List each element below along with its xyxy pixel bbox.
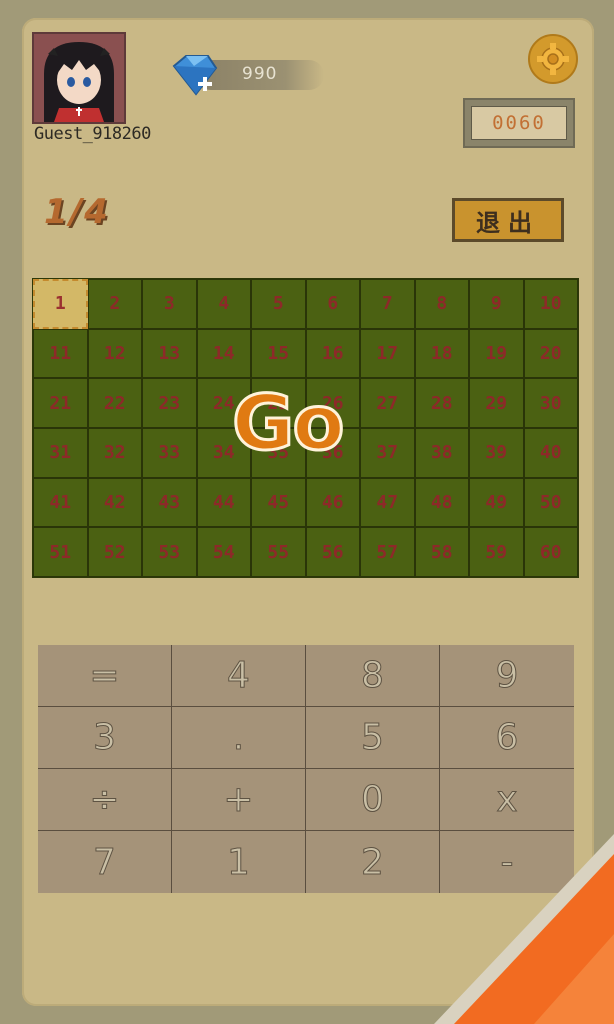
- grid-cell[interactable]: 57: [360, 527, 415, 577]
- keypad-key[interactable]: x: [440, 769, 574, 831]
- grid-cell[interactable]: 47: [360, 477, 415, 528]
- grid-cell[interactable]: 1: [33, 279, 88, 329]
- grid-cell[interactable]: 32: [87, 428, 142, 478]
- grid-cell[interactable]: 27: [360, 378, 415, 428]
- grid-cell[interactable]: 20: [523, 328, 578, 379]
- grid-cell[interactable]: 18: [414, 328, 469, 379]
- grid-cell[interactable]: 8: [414, 279, 469, 329]
- grid-cell[interactable]: 2: [87, 279, 142, 329]
- grid-cell[interactable]: 22: [87, 378, 142, 428]
- grid-cell[interactable]: 23: [142, 378, 197, 428]
- grid-cell[interactable]: 31: [33, 428, 88, 478]
- grid-cell[interactable]: 10: [523, 279, 578, 329]
- diamond-gem-icon[interactable]: [168, 52, 220, 98]
- grid-cell[interactable]: 41: [33, 477, 88, 528]
- gem-count: 990: [242, 64, 278, 84]
- grid-cell[interactable]: 44: [196, 477, 251, 528]
- keypad-key[interactable]: .: [172, 707, 306, 769]
- grid-cell[interactable]: 52: [87, 527, 142, 577]
- grid-cell[interactable]: 21: [33, 378, 88, 428]
- grid-cell[interactable]: 6: [305, 279, 360, 329]
- keypad-key[interactable]: 8: [306, 645, 440, 707]
- grid-cell[interactable]: 12: [87, 328, 142, 379]
- grid-cell[interactable]: 4: [196, 279, 251, 329]
- grid-cell[interactable]: 46: [305, 477, 360, 528]
- go-banner[interactable]: Go: [231, 377, 347, 469]
- grid-cell[interactable]: 48: [414, 477, 469, 528]
- grid-cell[interactable]: 14: [196, 328, 251, 379]
- grid-cell[interactable]: 9: [469, 279, 524, 329]
- grid-cell[interactable]: 50: [523, 477, 578, 528]
- grid-cell[interactable]: 54: [196, 527, 251, 577]
- grid-cell[interactable]: 30: [523, 378, 578, 428]
- grid-cell[interactable]: 17: [360, 328, 415, 379]
- grid-cell[interactable]: 53: [142, 527, 197, 577]
- keypad-key[interactable]: 3: [38, 707, 172, 769]
- exit-button[interactable]: 退出: [452, 198, 564, 242]
- keypad-key[interactable]: +: [172, 769, 306, 831]
- keypad-key[interactable]: 5: [306, 707, 440, 769]
- keypad-key[interactable]: ÷: [38, 769, 172, 831]
- avatar-portrait-icon: [34, 34, 124, 122]
- corner-decoration: [434, 834, 614, 1024]
- grid-cell[interactable]: 60: [523, 527, 578, 577]
- grid-cell[interactable]: 56: [305, 527, 360, 577]
- keypad-key[interactable]: 1: [172, 831, 306, 893]
- grid-cell[interactable]: 16: [305, 328, 360, 379]
- grid-cell[interactable]: 59: [469, 527, 524, 577]
- grid-cell[interactable]: 38: [414, 428, 469, 478]
- grid-cell[interactable]: 3: [142, 279, 197, 329]
- grid-cell[interactable]: 11: [33, 328, 88, 379]
- grid-cell[interactable]: 7: [360, 279, 415, 329]
- grid-cell[interactable]: 42: [87, 477, 142, 528]
- grid-cell[interactable]: 58: [414, 527, 469, 577]
- keypad-key[interactable]: 7: [38, 831, 172, 893]
- settings-button[interactable]: [528, 34, 578, 84]
- grid-cell[interactable]: 37: [360, 428, 415, 478]
- keypad-key[interactable]: =: [38, 645, 172, 707]
- player-avatar[interactable]: [32, 32, 126, 124]
- grid-cell[interactable]: 40: [523, 428, 578, 478]
- timer-display: 0060: [463, 98, 575, 148]
- grid-cell[interactable]: 5: [251, 279, 306, 329]
- grid-cell[interactable]: 15: [251, 328, 306, 379]
- grid-cell[interactable]: 43: [142, 477, 197, 528]
- keypad-key[interactable]: 9: [440, 645, 574, 707]
- grid-cell[interactable]: 29: [469, 378, 524, 428]
- grid-cell[interactable]: 45: [251, 477, 306, 528]
- username-label: Guest_918260: [34, 124, 151, 144]
- gear-icon: [537, 43, 569, 75]
- grid-cell[interactable]: 28: [414, 378, 469, 428]
- grid-cell[interactable]: 49: [469, 477, 524, 528]
- grid-cell[interactable]: 55: [251, 527, 306, 577]
- keypad-key[interactable]: 0: [306, 769, 440, 831]
- grid-cell[interactable]: 19: [469, 328, 524, 379]
- timer-value: 0060: [471, 106, 567, 140]
- grid-cell[interactable]: 33: [142, 428, 197, 478]
- grid-cell[interactable]: 39: [469, 428, 524, 478]
- grid-cell[interactable]: 51: [33, 527, 88, 577]
- keypad-key[interactable]: 4: [172, 645, 306, 707]
- level-progress: 1/4: [44, 192, 110, 232]
- grid-cell[interactable]: 13: [142, 328, 197, 379]
- keypad-key[interactable]: 6: [440, 707, 574, 769]
